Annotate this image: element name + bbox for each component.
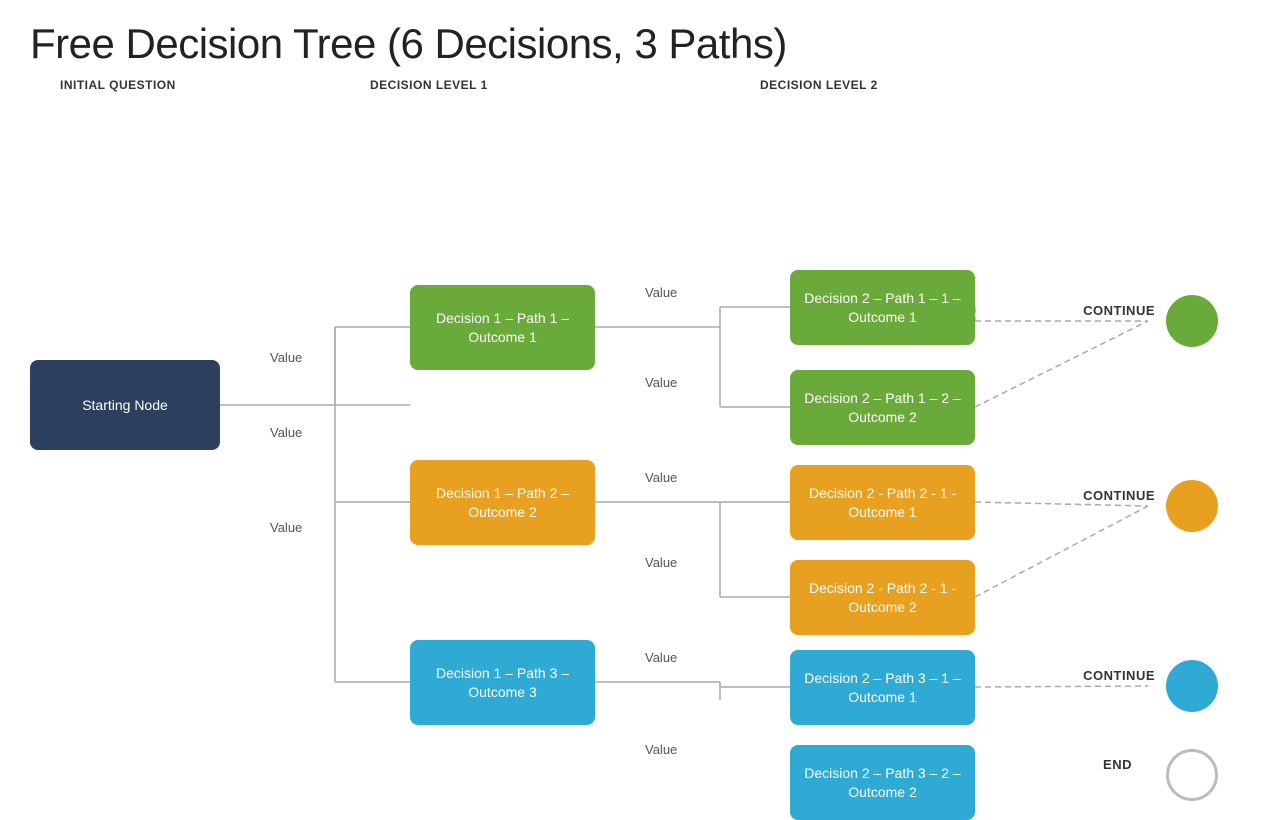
d1-path3-node: Decision 1 – Path 3 – Outcome 3 xyxy=(410,640,595,725)
d2-orange2-node: Decision 2 - Path 2 - 1 - Outcome 2 xyxy=(790,560,975,635)
outcome-circle-green xyxy=(1166,295,1218,347)
d2-green1-node: Decision 2 – Path 1 – 1 – Outcome 1 xyxy=(790,270,975,345)
d1-path2-node: Decision 1 – Path 2 – Outcome 2 xyxy=(410,460,595,545)
value-label-d1p2-d2o2: Value xyxy=(645,555,677,570)
value-label-s-d1p1: Value xyxy=(270,350,302,365)
diagram-area: Starting Node Decision 1 – Path 1 – Outc… xyxy=(0,130,1280,700)
d2-green2-node: Decision 2 – Path 1 – 2 – Outcome 2 xyxy=(790,370,975,445)
page-title: Free Decision Tree (6 Decisions, 3 Paths… xyxy=(30,20,1250,68)
d2-orange1-node: Decision 2 - Path 2 - 1 - Outcome 1 xyxy=(790,465,975,540)
value-label-d1p3-d2b1: Value xyxy=(645,650,677,665)
col-header-initial: INITIAL QUESTION xyxy=(60,78,270,92)
column-headers: INITIAL QUESTION DECISION LEVEL 1 DECISI… xyxy=(30,78,1250,92)
col-header-level2: DECISION LEVEL 2 xyxy=(760,78,1010,92)
d1-path1-node: Decision 1 – Path 1 – Outcome 1 xyxy=(410,285,595,370)
start-node: Starting Node xyxy=(30,360,220,450)
value-label-s-d1p3: Value xyxy=(270,520,302,535)
outcome-circle-end xyxy=(1166,749,1218,801)
page-container: Free Decision Tree (6 Decisions, 3 Paths… xyxy=(0,0,1280,720)
outcome-label-end: END xyxy=(1103,757,1132,772)
outcome-label-continue2: CONTINUE xyxy=(1083,488,1155,503)
d2-blue1-node: Decision 2 – Path 3 – 1 – Outcome 1 xyxy=(790,650,975,725)
value-label-s-d1p2: Value xyxy=(270,425,302,440)
outcome-label-continue3: CONTINUE xyxy=(1083,668,1155,683)
outcome-circle-orange xyxy=(1166,480,1218,532)
value-label-d1p2-d2o1: Value xyxy=(645,470,677,485)
d2-blue2-node: Decision 2 – Path 3 – 2 – Outcome 2 xyxy=(790,745,975,820)
value-label-d1p3-d2b2: Value xyxy=(645,742,677,757)
value-label-d1p1-d2g1: Value xyxy=(645,285,677,300)
outcome-label-continue1: CONTINUE xyxy=(1083,303,1155,318)
col-header-level1: DECISION LEVEL 1 xyxy=(370,78,640,92)
outcome-circle-blue xyxy=(1166,660,1218,712)
value-label-d1p1-d2g2: Value xyxy=(645,375,677,390)
